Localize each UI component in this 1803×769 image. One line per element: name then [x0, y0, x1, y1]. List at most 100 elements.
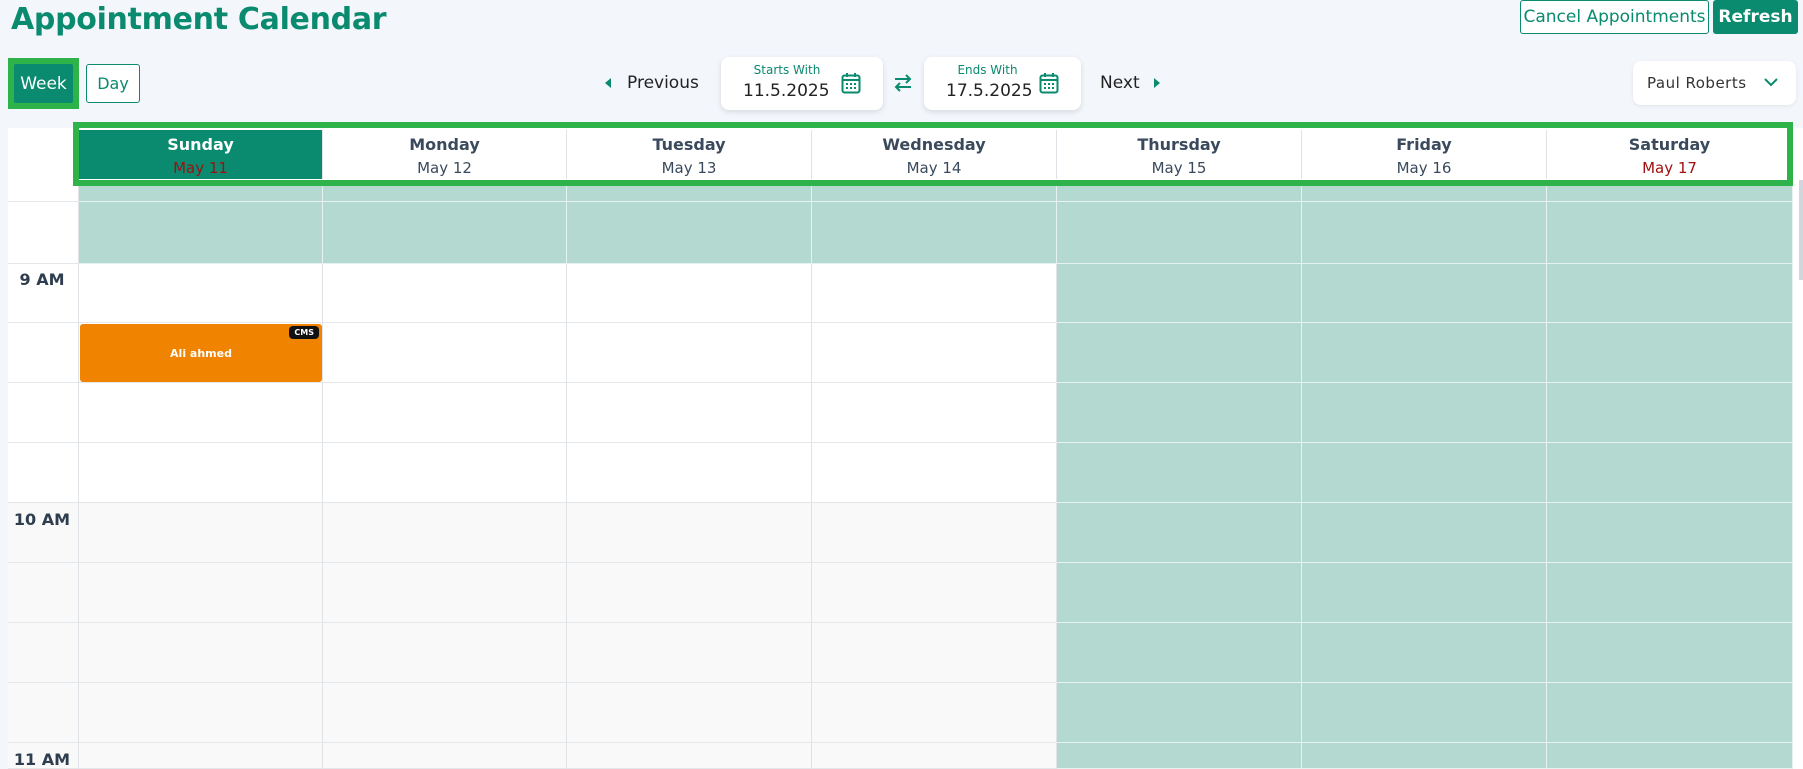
time-slot-cell[interactable] — [323, 202, 567, 264]
time-slot-cell[interactable] — [1302, 264, 1547, 323]
time-slot-cell[interactable] — [1302, 323, 1547, 383]
time-slot-cell[interactable] — [323, 443, 567, 503]
appointment-badge: CMS — [289, 326, 319, 339]
time-slot-cell[interactable] — [567, 623, 812, 683]
day-name: Wednesday — [882, 135, 986, 154]
time-slot-cell[interactable] — [812, 503, 1057, 563]
time-slot-cell[interactable] — [812, 264, 1057, 323]
time-slot-cell[interactable] — [1547, 323, 1793, 383]
time-slot-cell[interactable] — [1302, 743, 1547, 769]
time-slot-cell[interactable] — [1057, 202, 1302, 264]
time-slot-cell[interactable] — [323, 383, 567, 443]
time-slot-cell[interactable] — [1547, 443, 1793, 503]
time-slot-cell[interactable] — [79, 383, 323, 443]
time-slot-cell[interactable] — [79, 180, 323, 202]
time-slot-cell[interactable] — [1302, 180, 1547, 202]
time-slot-cell[interactable] — [1057, 180, 1302, 202]
time-slot-cell[interactable] — [1057, 503, 1302, 563]
day-header-monday[interactable]: Monday May 12 — [323, 130, 567, 179]
time-slot-cell[interactable] — [567, 563, 812, 623]
time-slot-cell[interactable] — [1547, 180, 1793, 202]
time-slot-cell[interactable] — [79, 264, 323, 323]
next-button[interactable]: Next — [1100, 70, 1160, 96]
time-slot-cell[interactable] — [79, 623, 323, 683]
day-header-tuesday[interactable]: Tuesday May 13 — [567, 130, 812, 179]
time-slot-cell[interactable] — [79, 503, 323, 563]
time-slot-cell[interactable] — [323, 683, 567, 743]
day-header-saturday[interactable]: Saturday May 17 — [1547, 130, 1793, 179]
time-slot-cell[interactable] — [812, 563, 1057, 623]
time-slot-cell[interactable] — [1057, 383, 1302, 443]
time-column-cell — [8, 683, 79, 743]
time-slot-cell[interactable] — [79, 743, 323, 769]
time-slot-cell[interactable] — [1547, 563, 1793, 623]
time-slot-cell[interactable] — [1302, 683, 1547, 743]
time-slot-cell[interactable] — [1547, 623, 1793, 683]
time-slot-cell[interactable] — [323, 323, 567, 383]
time-slot-cell[interactable] — [79, 563, 323, 623]
time-slot-cell[interactable] — [1057, 443, 1302, 503]
time-slot-cell[interactable] — [79, 683, 323, 743]
day-header-wednesday[interactable]: Wednesday May 14 — [812, 130, 1057, 179]
time-slot-cell[interactable] — [323, 623, 567, 683]
time-slot-cell[interactable] — [812, 202, 1057, 264]
time-slot-cell[interactable] — [1547, 383, 1793, 443]
time-slot-cell[interactable] — [1057, 264, 1302, 323]
cancel-appointments-button[interactable]: Cancel Appointments — [1520, 0, 1709, 34]
time-slot-cell[interactable] — [812, 383, 1057, 443]
time-slot-cell[interactable] — [1547, 264, 1793, 323]
user-select[interactable]: Paul Roberts — [1633, 61, 1796, 105]
time-slot-cell[interactable] — [812, 683, 1057, 743]
time-slot-cell[interactable] — [323, 264, 567, 323]
time-slot-cell[interactable] — [323, 743, 567, 769]
time-slot-cell[interactable] — [1547, 503, 1793, 563]
time-slot-cell[interactable] — [567, 180, 812, 202]
time-column-cell — [8, 623, 79, 683]
time-slot-cell[interactable] — [1302, 443, 1547, 503]
time-slot-cell[interactable] — [323, 503, 567, 563]
time-slot-cell[interactable] — [812, 623, 1057, 683]
time-slot-cell[interactable] — [567, 503, 812, 563]
time-slot-cell[interactable] — [567, 383, 812, 443]
time-slot-cell[interactable] — [812, 743, 1057, 769]
day-date: May 12 — [417, 159, 472, 177]
time-slot-cell[interactable] — [1302, 202, 1547, 264]
time-slot-cell[interactable] — [323, 563, 567, 623]
appointment-ali-ahmed[interactable]: Ali ahmed CMS — [80, 324, 322, 382]
time-slot-cell[interactable] — [1057, 563, 1302, 623]
previous-button[interactable]: Previous — [605, 70, 699, 96]
time-slot-cell[interactable] — [1547, 202, 1793, 264]
time-slot-cell[interactable] — [567, 264, 812, 323]
time-slot-cell[interactable] — [567, 743, 812, 769]
time-slot-cell[interactable] — [812, 323, 1057, 383]
time-slot-cell[interactable] — [1302, 563, 1547, 623]
time-slot-cell[interactable] — [567, 443, 812, 503]
time-slot-cell[interactable] — [79, 443, 323, 503]
time-slot-cell[interactable] — [1057, 683, 1302, 743]
start-date-picker[interactable]: Starts With 11.5.2025 — [721, 57, 883, 110]
time-slot-cell[interactable] — [812, 180, 1057, 202]
time-slot-cell[interactable] — [1302, 503, 1547, 563]
time-slot-cell[interactable] — [1547, 683, 1793, 743]
time-slot-cell[interactable] — [1302, 383, 1547, 443]
time-slot-cell[interactable] — [323, 180, 567, 202]
time-slot-cell[interactable] — [1057, 623, 1302, 683]
time-slot-cell[interactable] — [812, 443, 1057, 503]
day-view-button[interactable]: Day — [86, 64, 140, 103]
time-slot-cell[interactable] — [567, 323, 812, 383]
time-slot-cell[interactable] — [567, 683, 812, 743]
day-header-thursday[interactable]: Thursday May 15 — [1057, 130, 1302, 179]
day-header-sunday[interactable]: Sunday May 11 — [79, 130, 323, 179]
swap-arrows-icon — [894, 74, 912, 92]
refresh-button[interactable]: Refresh — [1713, 0, 1798, 34]
day-header-friday[interactable]: Friday May 16 — [1302, 130, 1547, 179]
time-slot-cell[interactable] — [1302, 623, 1547, 683]
time-slot-cell[interactable] — [79, 202, 323, 264]
time-slot-cell[interactable] — [1547, 743, 1793, 769]
week-view-button[interactable]: Week — [14, 64, 73, 103]
end-date-picker[interactable]: Ends With 17.5.2025 — [924, 57, 1081, 110]
time-slot-cell[interactable] — [1057, 323, 1302, 383]
time-slot-cell[interactable] — [1057, 743, 1302, 769]
time-slot-cell[interactable] — [567, 202, 812, 264]
vertical-scrollbar[interactable] — [1799, 180, 1803, 280]
